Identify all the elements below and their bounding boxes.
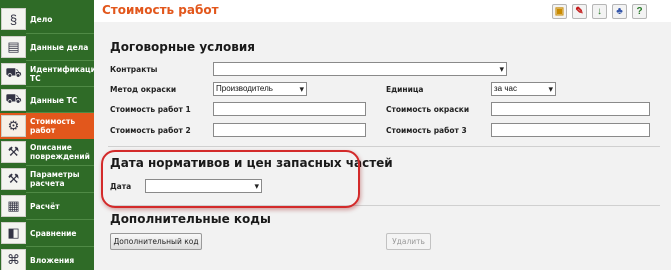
add-code-button[interactable]: Дополнительный код bbox=[110, 233, 202, 250]
sidebar-item-label: Стоимость работ bbox=[30, 117, 76, 135]
sidebar-item-comparison[interactable]: ◧ Сравнение bbox=[0, 220, 94, 246]
labor-cost-1-label: Стоимость работ 1 bbox=[110, 105, 191, 114]
help-icon[interactable]: ? bbox=[632, 4, 647, 19]
page-title: Стоимость работ bbox=[102, 3, 219, 17]
header-bar: Стоимость работ ▣ ✎ ↓ ♣ ? bbox=[94, 0, 671, 22]
documents-icon: ▤ bbox=[1, 36, 26, 58]
paint-cost-input[interactable] bbox=[491, 102, 650, 116]
sidebar-item-label: Вложения bbox=[30, 255, 75, 265]
sidebar-item-calc-params[interactable]: ⚒ Параметры расчета bbox=[0, 166, 94, 192]
people-icon[interactable]: ♣ bbox=[612, 4, 627, 19]
paint-cost-label: Стоимость окраски bbox=[386, 105, 470, 114]
contracts-select[interactable] bbox=[213, 62, 507, 76]
sidebar-item-label: Описание повреждений bbox=[30, 143, 90, 161]
unit-label: Единица bbox=[386, 85, 424, 94]
sidebar-item-case[interactable]: § Дело bbox=[0, 6, 94, 32]
delete-button[interactable]: Удалить bbox=[386, 233, 431, 250]
sidebar-item-label: Расчёт bbox=[30, 201, 60, 211]
date-label: Дата bbox=[110, 182, 132, 191]
compare-icon: ◧ bbox=[1, 222, 26, 244]
main-content: Договорные условия Контракты Метод окрас… bbox=[94, 22, 671, 270]
sidebar-item-vehicle-data[interactable]: ⛟ Данные ТС bbox=[0, 87, 94, 113]
labor-cost-3-input[interactable] bbox=[491, 123, 650, 137]
section-divider bbox=[108, 146, 660, 147]
dates-section-title: Дата нормативов и цен запасных частей bbox=[110, 156, 393, 170]
labor-cost-2-input[interactable] bbox=[213, 123, 366, 137]
calculator-icon: ▦ bbox=[1, 195, 26, 217]
sidebar-item-attachments[interactable]: ⌘ Вложения bbox=[0, 247, 94, 270]
labor-cost-1-input[interactable] bbox=[213, 102, 366, 116]
unit-select[interactable]: за час bbox=[491, 82, 556, 96]
contracts-label: Контракты bbox=[110, 65, 158, 74]
hammer-icon: ⚒ bbox=[1, 168, 26, 190]
sidebar-item-label: Данные дела bbox=[30, 42, 89, 52]
sidebar-item-case-data[interactable]: ▤ Данные дела bbox=[0, 34, 94, 60]
sidebar-item-damage-description[interactable]: ⚒ Описание повреждений bbox=[0, 139, 94, 165]
date-select[interactable] bbox=[145, 179, 262, 193]
labor-cost-2-label: Стоимость работ 2 bbox=[110, 126, 191, 135]
sidebar-item-label: Сравнение bbox=[30, 228, 77, 238]
sidebar-item-vehicle-id[interactable]: ⛟ Идентификация ТС bbox=[0, 61, 101, 87]
gears-icon: ⚙ bbox=[1, 115, 26, 137]
section-divider bbox=[108, 205, 660, 206]
sidebar-item-calculation[interactable]: ▦ Расчёт bbox=[0, 193, 94, 219]
sidebar: § Дело ▤ Данные дела ⛟ Идентификация ТС … bbox=[0, 0, 101, 270]
save-icon[interactable]: ▣ bbox=[552, 4, 567, 19]
sidebar-item-label: Данные ТС bbox=[30, 95, 78, 105]
attachment-icon: ⌘ bbox=[1, 249, 26, 270]
paint-method-label: Метод окраски bbox=[110, 85, 177, 94]
sidebar-item-label: Дело bbox=[30, 14, 53, 24]
folder-icon: § bbox=[1, 8, 26, 30]
sidebar-item-labor-cost[interactable]: ⚙ Стоимость работ bbox=[0, 113, 94, 139]
car-icon: ⛟ bbox=[1, 89, 26, 111]
sidebar-item-label: Идентификация ТС bbox=[30, 65, 101, 83]
download-icon[interactable]: ↓ bbox=[592, 4, 607, 19]
paint-method-select[interactable]: Производитель bbox=[213, 82, 307, 96]
sidebar-item-label: Параметры расчета bbox=[30, 170, 80, 188]
pdf-icon[interactable]: ✎ bbox=[572, 4, 587, 19]
extra-codes-section-title: Дополнительные коды bbox=[110, 212, 271, 226]
car-id-icon: ⛟ bbox=[1, 63, 26, 85]
labor-cost-3-label: Стоимость работ 3 bbox=[386, 126, 467, 135]
wrench-icon: ⚒ bbox=[1, 141, 26, 163]
contract-section-title: Договорные условия bbox=[110, 40, 256, 54]
